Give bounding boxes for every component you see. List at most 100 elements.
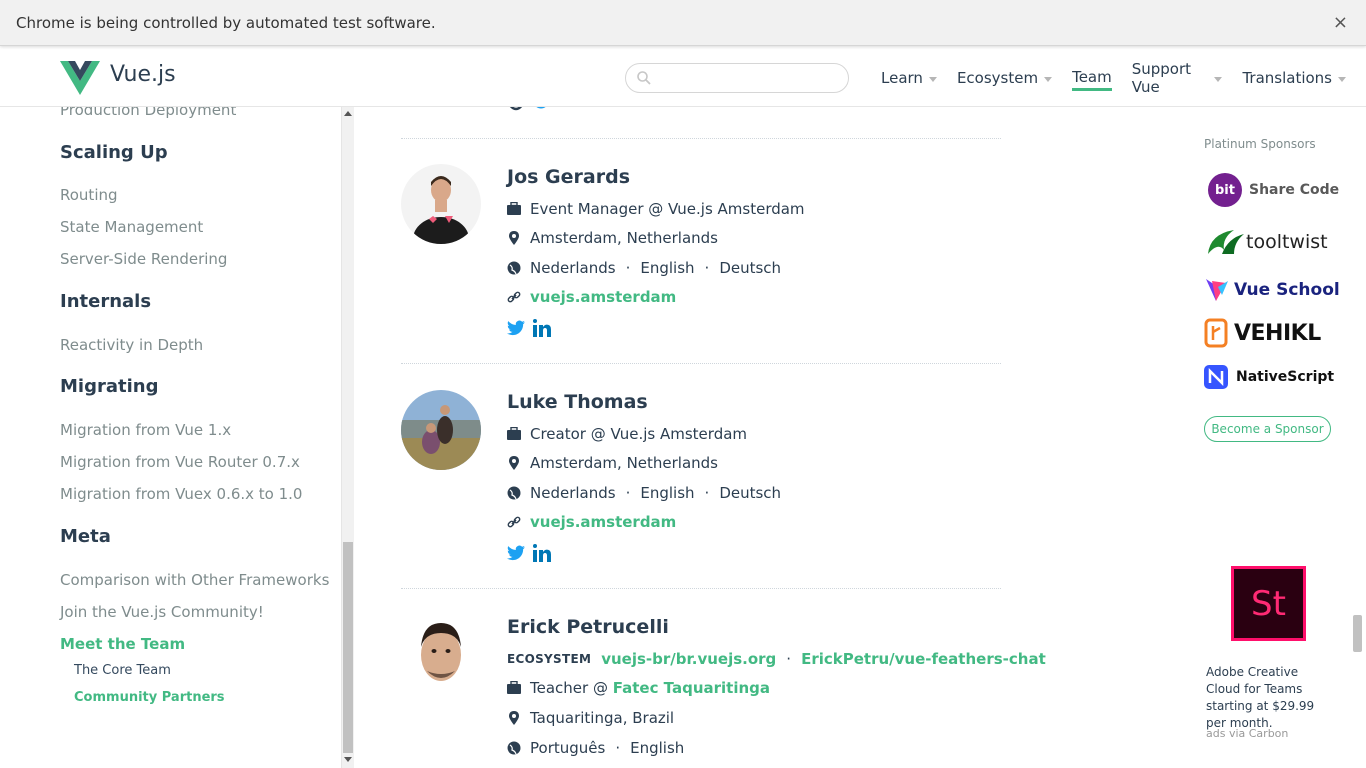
language: Deutsch (719, 259, 782, 277)
member-divider (401, 138, 1001, 139)
chevron-down-icon (928, 76, 937, 82)
language: Nederlands (530, 259, 616, 277)
adobe-stock-logo[interactable]: St (1231, 566, 1306, 641)
ecosystem-link[interactable]: ErickPetru/vue-feathers-chat (801, 650, 1046, 668)
sidebar-item-meet-the-team[interactable]: Meet the Team (60, 635, 185, 653)
link-icon (507, 291, 521, 303)
member-website-link[interactable]: vuejs.amsterdam (530, 513, 676, 531)
nav-label: Translations (1242, 69, 1332, 87)
sidebar-subitem-core-team[interactable]: The Core Team (74, 663, 171, 678)
avatar (401, 390, 481, 470)
scroll-up-icon[interactable] (344, 111, 352, 116)
member-work-text: Event Manager @ Vue.js Amsterdam (530, 200, 805, 218)
nav-translations[interactable]: Translations (1242, 65, 1346, 91)
ecosystem-link[interactable]: vuejs-br/br.vuejs.org (601, 650, 776, 668)
sidebar-item-comparison[interactable]: Comparison with Other Frameworks (60, 571, 329, 589)
member-website-link[interactable]: vuejs.amsterdam (530, 288, 676, 306)
avatar (401, 615, 481, 695)
member-name: Jos Gerards (507, 166, 630, 188)
member-work: Event Manager @ Vue.js Amsterdam (507, 200, 805, 218)
nav-label: Team (1072, 67, 1112, 86)
page-scrollbar-thumb[interactable] (1353, 615, 1362, 652)
member-languages: Nederlands · English · Deutsch (507, 484, 781, 502)
link-icon (507, 516, 521, 528)
main-nav: Learn Ecosystem Team Support Vue Transla… (881, 60, 1366, 96)
scroll-down-icon[interactable] (344, 757, 352, 762)
ad-via[interactable]: ads via Carbon (1206, 727, 1288, 740)
sponsor-nativescript[interactable]: NativeScript (1204, 365, 1334, 389)
briefcase-icon (507, 202, 521, 215)
nav-learn[interactable]: Learn (881, 65, 937, 91)
sidebar-heading: Meta (60, 526, 111, 547)
sidebar-item-ssr[interactable]: Server-Side Rendering (60, 250, 227, 268)
member-work-text: Teacher @ (530, 679, 613, 697)
ad-text[interactable]: Adobe Creative Cloud for Teams starting … (1206, 664, 1336, 732)
nativescript-logo-icon (1204, 365, 1228, 389)
member-location-text: Taquaritinga, Brazil (530, 709, 675, 727)
sponsor-bit[interactable]: bit Share Code (1204, 173, 1339, 207)
sidebar-subitem-community-partners[interactable]: Community Partners (74, 690, 225, 705)
nav-label: Learn (881, 69, 923, 87)
map-marker-icon (509, 456, 519, 470)
sidebar-item-routing[interactable]: Routing (60, 186, 118, 204)
search-icon (637, 71, 651, 85)
tooltwist-logo-icon (1208, 230, 1244, 254)
sidebar-item-migration-router[interactable]: Migration from Vue Router 0.7.x (60, 453, 300, 471)
close-icon[interactable]: × (1333, 12, 1348, 33)
sponsor-name: tooltwist (1246, 231, 1328, 253)
briefcase-icon (507, 681, 521, 694)
member-website: vuejs.amsterdam (507, 288, 676, 306)
search-input[interactable] (625, 63, 849, 93)
chevron-down-icon (1338, 76, 1346, 82)
nav-label: Support Vue (1131, 60, 1192, 96)
sponsor-name: Share Code (1249, 182, 1340, 198)
avatar (401, 164, 481, 244)
member-languages: Português · English (507, 739, 684, 757)
sidebar-scrollbar-thumb[interactable] (343, 542, 353, 753)
vehikl-logo-icon (1204, 318, 1228, 348)
nav-support-vue[interactable]: Support Vue (1132, 60, 1223, 96)
site-header: Vue.js Learn Ecosystem Team Support Vue … (0, 46, 1366, 107)
sponsor-vehikl[interactable]: VEHIKL (1204, 318, 1321, 348)
sidebar-item-migration-vuex[interactable]: Migration from Vuex 0.6.x to 1.0 (60, 485, 302, 503)
language: Português (530, 739, 606, 757)
sidebar-item-reactivity[interactable]: Reactivity in Depth (60, 336, 203, 354)
sidebar-item-production-deployment[interactable]: Production Deployment (60, 107, 236, 119)
member-name: Luke Thomas (507, 391, 648, 413)
sidebar-item-community[interactable]: Join the Vue.js Community! (60, 603, 264, 621)
sponsor-tooltwist[interactable]: tooltwist (1204, 224, 1328, 260)
linkedin-icon[interactable] (533, 319, 551, 337)
twitter-icon[interactable] (507, 320, 525, 336)
globe-icon (507, 261, 521, 275)
sidebar-item-state-management[interactable]: State Management (60, 218, 203, 236)
member-divider (401, 588, 1001, 589)
nav-label: Ecosystem (956, 69, 1039, 87)
chevron-down-icon (1044, 76, 1053, 82)
member-work: Creator @ Vue.js Amsterdam (507, 425, 747, 443)
member-ecosystem: ECOSYSTEM vuejs-br/br.vuejs.org · ErickPe… (507, 650, 1046, 668)
ecosystem-label: ECOSYSTEM (507, 652, 592, 666)
nav-team[interactable]: Team (1072, 65, 1112, 91)
become-sponsor-button[interactable]: Become a Sponsor (1204, 416, 1331, 442)
bit-logo-icon: bit (1208, 173, 1242, 207)
language: English (640, 259, 695, 277)
automation-message: Chrome is being controlled by automated … (16, 13, 436, 32)
nav-ecosystem[interactable]: Ecosystem (956, 65, 1053, 91)
member-name: Erick Petrucelli (507, 616, 669, 638)
sponsor-vueschool[interactable]: Vue School (1204, 277, 1340, 303)
logo-text[interactable]: Vue.js (110, 62, 176, 87)
sidebar: Production Deployment Scaling Up Routing… (0, 107, 341, 768)
sidebar-heading: Scaling Up (60, 142, 168, 163)
sidebar-item-migration-vue1[interactable]: Migration from Vue 1.x (60, 421, 231, 439)
automation-infobar: Chrome is being controlled by automated … (0, 0, 1366, 46)
chevron-down-icon (1214, 76, 1223, 82)
member-work-link[interactable]: Fatec Taquaritinga (613, 679, 770, 697)
sponsor-name: NativeScript (1236, 369, 1335, 385)
member-website: vuejs.amsterdam (507, 513, 676, 531)
member-location: Amsterdam, Netherlands (507, 229, 718, 247)
vue-logo-icon[interactable] (60, 61, 100, 95)
linkedin-icon[interactable] (533, 544, 551, 562)
twitter-icon[interactable] (507, 545, 525, 561)
sponsor-name: Vue School (1234, 280, 1340, 300)
vueschool-logo-icon (1206, 279, 1228, 301)
